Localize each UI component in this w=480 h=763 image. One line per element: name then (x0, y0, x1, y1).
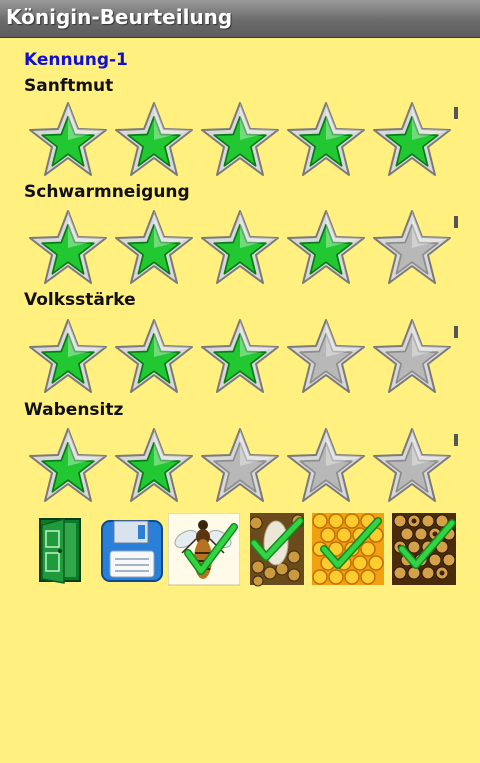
star-filled-icon[interactable] (114, 100, 194, 180)
star-filled-icon[interactable] (114, 426, 194, 506)
title-bar: Königin-Beurteilung (0, 0, 480, 38)
brood-comb-check-button[interactable] (392, 513, 456, 587)
floppy-save-icon (101, 520, 163, 582)
star-empty-icon[interactable] (372, 208, 452, 288)
star-filled-icon[interactable] (28, 426, 108, 506)
edge-marker (454, 107, 458, 119)
star-filled-icon[interactable] (200, 100, 280, 180)
honeycomb-check-button[interactable] (312, 513, 384, 587)
star-empty-icon[interactable] (286, 317, 366, 397)
criterion-label-sanftmut: Sanftmut (24, 76, 114, 96)
star-filled-icon[interactable] (286, 100, 366, 180)
star-filled-icon[interactable] (28, 100, 108, 180)
star-empty-icon[interactable] (372, 426, 452, 506)
star-filled-icon[interactable] (286, 208, 366, 288)
star-filled-icon[interactable] (114, 317, 194, 397)
star-filled-icon[interactable] (200, 317, 280, 397)
brood-comb-check-icon (392, 513, 456, 585)
star-filled-icon[interactable] (372, 100, 452, 180)
honeycomb-check-icon (312, 513, 384, 585)
door-exit-icon (39, 518, 81, 584)
criterion-label-schwarmneigung: Schwarmneigung (24, 182, 190, 202)
star-filled-icon[interactable] (114, 208, 194, 288)
queen-cell-comb-check-icon (249, 513, 305, 587)
star-empty-icon[interactable] (200, 426, 280, 506)
window-title: Königin-Beurteilung (6, 5, 233, 29)
save-button[interactable] (100, 513, 164, 587)
action-bar (32, 512, 460, 587)
rating-row-wabensitz (28, 426, 456, 506)
star-filled-icon[interactable] (200, 208, 280, 288)
edge-marker (454, 434, 458, 446)
rating-row-sanftmut (28, 100, 456, 180)
edge-marker (454, 216, 458, 228)
edge-marker (454, 326, 458, 338)
criterion-label-volksstaerke: Volksstärke (24, 290, 136, 310)
queen-identifier: Kennung-1 (24, 50, 128, 70)
star-empty-icon[interactable] (372, 317, 452, 397)
queen-cell-check-button[interactable] (249, 513, 305, 587)
rating-row-volksstaerke (28, 317, 456, 397)
exit-button[interactable] (32, 513, 88, 587)
star-filled-icon[interactable] (28, 208, 108, 288)
queen-bee-check-icon (167, 512, 241, 586)
star-empty-icon[interactable] (286, 426, 366, 506)
rating-row-schwarmneigung (28, 208, 456, 288)
queen-check-button[interactable] (167, 512, 241, 587)
star-filled-icon[interactable] (28, 317, 108, 397)
criterion-label-wabensitz: Wabensitz (24, 400, 124, 420)
